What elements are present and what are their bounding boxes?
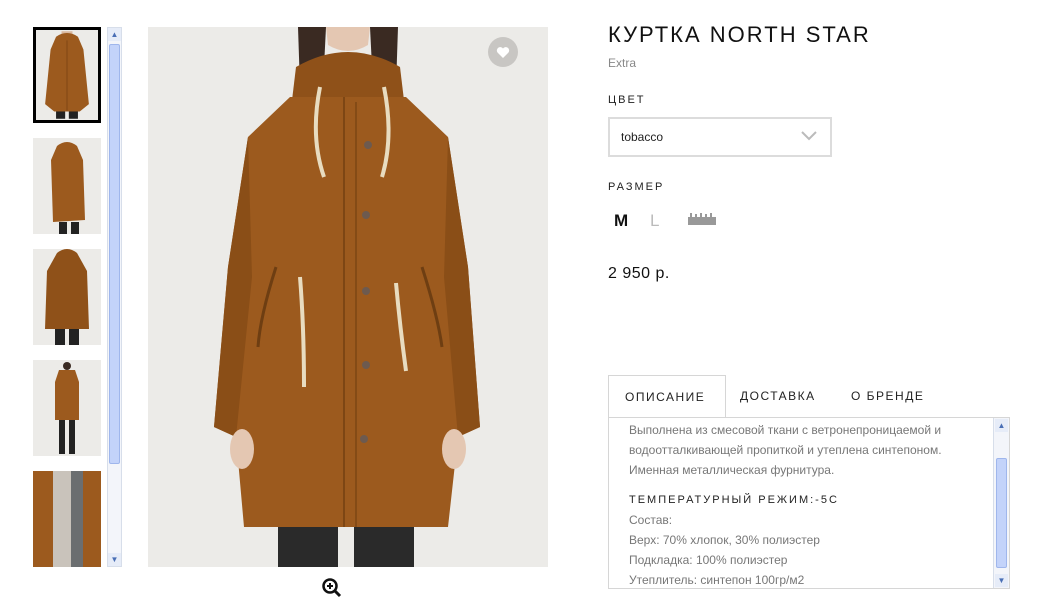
composition-line: Верх: 70% хлопок, 30% полиэстер: [629, 533, 820, 547]
favorite-button[interactable]: [488, 37, 518, 67]
jacket-back-thumbnail-image: [33, 249, 101, 345]
tab-delivery[interactable]: ДОСТАВКА: [740, 375, 816, 418]
chevron-down-icon: [801, 131, 817, 141]
jacket-side-thumbnail-image: [33, 138, 101, 234]
thumbnail-back[interactable]: [33, 249, 101, 345]
jacket-front-thumbnail-image: [36, 31, 98, 119]
color-select[interactable]: tobacco: [608, 117, 832, 157]
description-paragraph: Выполнена из смесовой ткани с ветронепро…: [629, 423, 942, 477]
scroll-down-arrow-icon[interactable]: ▼: [995, 574, 1008, 587]
ruler-icon[interactable]: [688, 213, 716, 225]
info-tabs: ОПИСАНИЕ ДОСТАВКА О БРЕНДЕ: [608, 375, 1010, 418]
scroll-up-arrow-icon[interactable]: ▲: [995, 419, 1008, 432]
description-scrollbar[interactable]: ▲ ▼: [993, 418, 1009, 588]
color-select-value: tobacco: [621, 130, 664, 144]
scroll-down-arrow-icon[interactable]: ▼: [108, 553, 121, 566]
main-product-image[interactable]: [148, 27, 548, 567]
tab-description[interactable]: ОПИСАНИЕ: [608, 375, 726, 418]
thumbnail-front[interactable]: [33, 27, 101, 123]
thumbnail-strip: [33, 27, 103, 567]
color-label: ЦВЕТ: [608, 94, 646, 106]
tab-about-brand[interactable]: О БРЕНДЕ: [851, 375, 924, 418]
composition-line: Подкладка: 100% полиэстер: [629, 553, 788, 567]
jacket-full-thumbnail-image: [33, 360, 101, 456]
thumbnail-detail[interactable]: [33, 471, 101, 567]
composition-line: Утеплитель: синтепон 100гр/м2: [629, 573, 805, 587]
scroll-up-arrow-icon[interactable]: ▲: [108, 28, 121, 41]
scrollbar-thumb[interactable]: [109, 44, 120, 464]
jacket-lining-thumbnail-image: [33, 471, 101, 567]
zoom-button[interactable]: [322, 578, 342, 598]
product-title: КУРТКА NORTH STAR: [608, 22, 871, 47]
size-label: РАЗМЕР: [608, 181, 665, 193]
scrollbar-thumb[interactable]: [996, 458, 1007, 568]
thumbnail-scrollbar[interactable]: ▲ ▼: [107, 27, 122, 567]
thumbnail-side[interactable]: [33, 138, 101, 234]
thumbnail-full[interactable]: [33, 360, 101, 456]
jacket-main-image: [148, 27, 548, 567]
composition-label: Состав:: [629, 513, 673, 527]
product-price: 2 950 р.: [608, 265, 670, 282]
zoom-in-icon: [322, 578, 342, 598]
description-content: Выполнена из смесовой ткани с ветронепро…: [629, 420, 989, 588]
size-option-l[interactable]: L: [650, 211, 659, 231]
brand-name[interactable]: Extra: [608, 56, 636, 70]
description-panel: Выполнена из смесовой ткани с ветронепро…: [608, 417, 1010, 589]
temperature-mode: ТЕМПЕРАТУРНЫЙ РЕЖИМ:-5С: [629, 494, 839, 506]
size-option-m[interactable]: M: [614, 211, 628, 231]
heart-icon: [496, 46, 510, 58]
